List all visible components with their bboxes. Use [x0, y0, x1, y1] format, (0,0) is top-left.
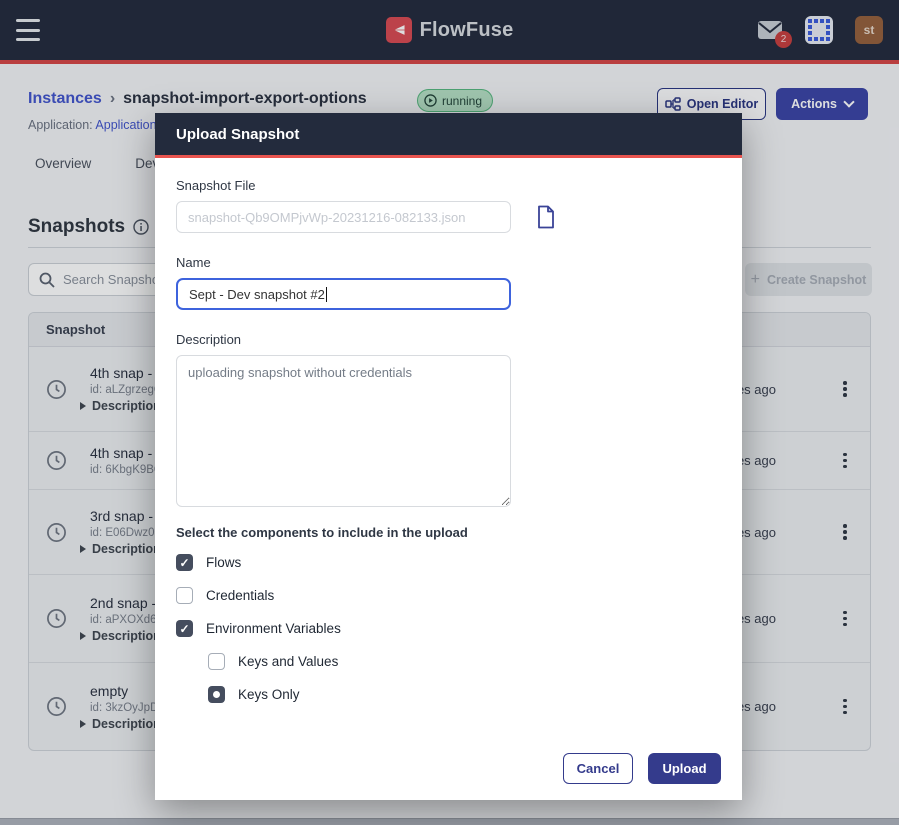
name-value: Sept - Dev snapshot #2 — [189, 287, 325, 302]
description-textarea[interactable]: uploading snapshot without credentials — [176, 355, 511, 507]
checkbox-checked-icon[interactable]: ✓ — [176, 554, 193, 571]
modal-header: Upload Snapshot — [155, 113, 742, 158]
cancel-button[interactable]: Cancel — [563, 753, 633, 784]
option-credentials[interactable]: Credentials — [176, 587, 721, 604]
option-label: Keys and Values — [238, 654, 338, 669]
modal-footer: Cancel Upload — [155, 736, 742, 800]
file-document-icon[interactable] — [536, 205, 556, 229]
name-input[interactable]: Sept - Dev snapshot #2 — [176, 278, 511, 310]
option-label: Flows — [206, 555, 241, 570]
upload-snapshot-modal: Upload Snapshot Snapshot File Name Sept … — [155, 113, 742, 800]
option-keys-and-values[interactable]: Keys and Values — [208, 653, 721, 670]
name-label: Name — [176, 255, 721, 270]
option-keys-only[interactable]: Keys Only — [208, 686, 721, 703]
components-heading: Select the components to include in the … — [176, 525, 721, 540]
option-label: Environment Variables — [206, 621, 341, 636]
description-label: Description — [176, 332, 721, 347]
checkbox-unchecked-icon[interactable] — [208, 653, 225, 670]
snapshot-file-label: Snapshot File — [176, 178, 721, 193]
option-label: Keys Only — [238, 687, 300, 702]
checkbox-checked-icon[interactable]: ✓ — [176, 620, 193, 637]
option-flows[interactable]: ✓ Flows — [176, 554, 721, 571]
upload-button[interactable]: Upload — [648, 753, 721, 784]
radio-checked-icon[interactable] — [208, 686, 225, 703]
option-environment-variables[interactable]: ✓ Environment Variables — [176, 620, 721, 637]
checkbox-unchecked-icon[interactable] — [176, 587, 193, 604]
modal-title: Upload Snapshot — [176, 126, 299, 143]
snapshot-file-input[interactable] — [176, 201, 511, 233]
text-caret — [326, 287, 327, 302]
modal-body: Snapshot File Name Sept - Dev snapshot #… — [155, 158, 742, 736]
option-label: Credentials — [206, 588, 274, 603]
